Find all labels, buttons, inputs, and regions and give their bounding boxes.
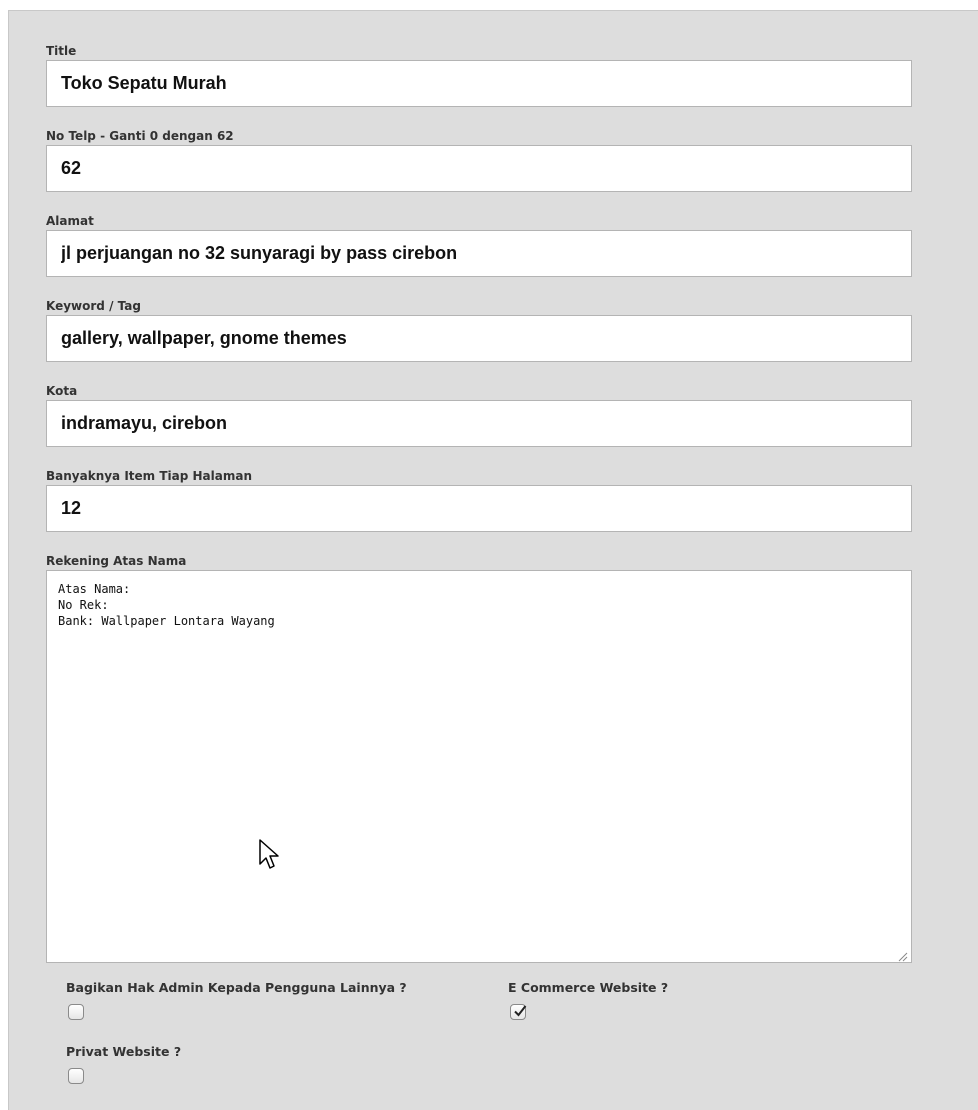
mouse-pointer-icon	[258, 838, 280, 877]
share-admin-option: Bagikan Hak Admin Kepada Pengguna Lainny…	[66, 978, 407, 1020]
keyword-label: Keyword / Tag	[46, 299, 141, 313]
rekening-field: Rekening Atas Nama Atas Nama: No Rek: Ba…	[46, 552, 912, 963]
title-label: Title	[46, 44, 77, 58]
city-label: Kota	[46, 384, 78, 398]
share-admin-checkbox[interactable]	[68, 1004, 84, 1020]
address-input[interactable]	[46, 230, 912, 277]
phone-input[interactable]	[46, 145, 912, 192]
phone-field: No Telp - Ganti 0 dengan 62	[46, 127, 912, 192]
resize-grip-icon[interactable]	[898, 949, 908, 962]
items-per-page-field: Banyaknya Item Tiap Halaman	[46, 467, 912, 532]
checkmark-icon	[514, 1005, 527, 1017]
items-per-page-label: Banyaknya Item Tiap Halaman	[46, 469, 253, 483]
address-label: Alamat	[46, 214, 94, 228]
ecommerce-checkbox[interactable]	[510, 1004, 527, 1020]
rekening-textarea[interactable]: Atas Nama: No Rek: Bank: Wallpaper Lonta…	[46, 570, 912, 963]
rekening-label: Rekening Atas Nama	[46, 554, 187, 568]
address-field: Alamat	[46, 212, 912, 277]
title-field: Title	[46, 42, 912, 107]
private-website-label: Privat Website ?	[66, 1044, 182, 1059]
ecommerce-option: E Commerce Website ?	[508, 978, 668, 1020]
title-input[interactable]	[46, 60, 912, 107]
city-field: Kota	[46, 382, 912, 447]
city-input[interactable]	[46, 400, 912, 447]
phone-label: No Telp - Ganti 0 dengan 62	[46, 129, 234, 143]
ecommerce-label: E Commerce Website ?	[508, 980, 669, 995]
keyword-input[interactable]	[46, 315, 912, 362]
private-website-checkbox[interactable]	[68, 1068, 84, 1084]
items-per-page-input[interactable]	[46, 485, 912, 532]
share-admin-label: Bagikan Hak Admin Kepada Pengguna Lainny…	[66, 980, 407, 995]
keyword-field: Keyword / Tag	[46, 297, 912, 362]
private-website-option: Privat Website ?	[66, 1042, 181, 1084]
